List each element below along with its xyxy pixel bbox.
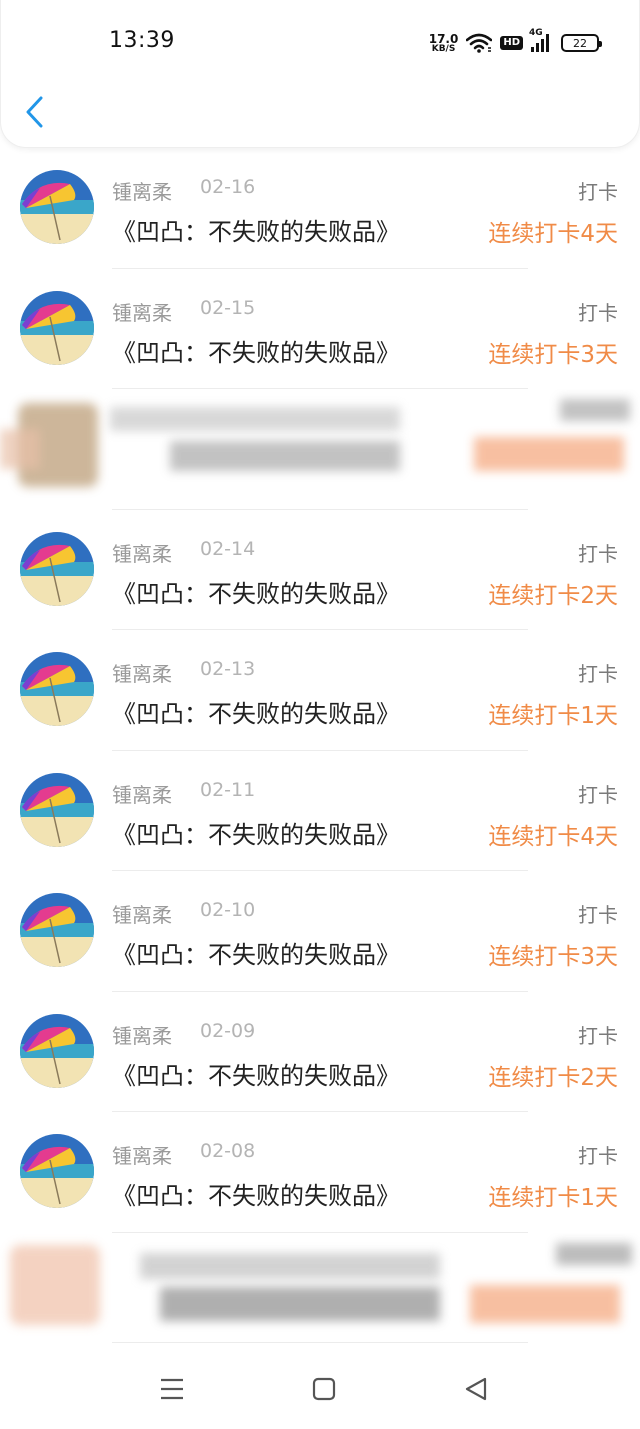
action-label: 打卡 xyxy=(578,180,618,204)
redacted-list-item xyxy=(0,389,640,510)
menu-icon xyxy=(161,1378,183,1400)
user-name: 锺离柔 xyxy=(112,300,172,325)
user-name: 锺离柔 xyxy=(112,903,172,927)
avatar xyxy=(20,290,94,365)
checkin-date: 02-16 xyxy=(200,176,256,198)
system-nav-bar xyxy=(0,1349,640,1429)
avatar xyxy=(20,652,94,726)
network-type-label: 4G xyxy=(529,28,543,38)
book-title: 《凹凸：不失败的失败品》 xyxy=(112,1061,400,1090)
action-label: 打卡 xyxy=(578,662,618,686)
checkin-date: 02-08 xyxy=(200,1140,256,1162)
book-title: 《凹凸：不失败的失败品》 xyxy=(112,820,400,849)
home-square-icon xyxy=(312,1377,336,1401)
redacted-list-item xyxy=(0,1233,640,1343)
book-title: 《凹凸：不失败的失败品》 xyxy=(112,1182,400,1210)
redacted-mark xyxy=(0,429,40,469)
streak-label: 连续打卡1天 xyxy=(488,1185,618,1211)
signal-bar xyxy=(546,34,549,52)
network-speed: 17.0 KB/S xyxy=(429,33,459,54)
list-item[interactable]: 锺离柔 02-15 打卡 《凹凸：不失败的失败品》 连续打卡3天 xyxy=(0,269,640,390)
redacted-text xyxy=(556,1242,632,1265)
checkin-date: 02-10 xyxy=(200,899,256,921)
action-label: 打卡 xyxy=(578,1023,618,1048)
signal-bar xyxy=(536,43,539,52)
avatar xyxy=(20,531,94,606)
checkin-date: 02-15 xyxy=(200,296,256,319)
user-name: 锺离柔 xyxy=(112,1144,172,1168)
checkin-list-page: 13:39 17.0 KB/S HD 4G 22 锺离柔 02-16 打卡 《凹… xyxy=(0,0,640,1429)
back-button[interactable] xyxy=(23,94,47,130)
streak-label: 连续打卡4天 xyxy=(488,823,618,850)
redacted-text xyxy=(110,407,400,431)
book-title: 《凹凸：不失败的失败品》 xyxy=(112,700,400,728)
avatar xyxy=(20,893,94,967)
system-back-button[interactable] xyxy=(460,1373,492,1405)
book-title: 《凹凸：不失败的失败品》 xyxy=(112,338,400,367)
battery-level: 22 xyxy=(573,36,587,50)
streak-label: 连续打卡2天 xyxy=(488,582,618,609)
checkin-list: 锺离柔 02-16 打卡 《凹凸：不失败的失败品》 连续打卡4天 锺离柔 02-… xyxy=(0,148,640,1343)
streak-label: 连续打卡1天 xyxy=(488,703,618,729)
redacted-text xyxy=(160,1286,440,1321)
list-item[interactable]: 锺离柔 02-09 打卡 《凹凸：不失败的失败品》 连续打卡2天 xyxy=(0,992,640,1113)
book-title: 《凹凸：不失败的失败品》 xyxy=(112,941,400,969)
user-name: 锺离柔 xyxy=(112,541,172,566)
user-name: 锺离柔 xyxy=(112,782,172,807)
avatar xyxy=(20,772,94,847)
checkin-date: 02-11 xyxy=(200,778,256,801)
recent-apps-button[interactable] xyxy=(156,1373,188,1405)
checkin-date: 02-13 xyxy=(200,658,256,680)
streak-label: 连续打卡2天 xyxy=(488,1064,618,1091)
status-icons: 17.0 KB/S HD 4G 22 xyxy=(429,28,602,58)
list-item[interactable]: 锺离柔 02-10 打卡 《凹凸：不失败的失败品》 连续打卡3天 xyxy=(0,871,640,992)
header-bar: 13:39 17.0 KB/S HD 4G 22 xyxy=(0,0,640,148)
list-item[interactable]: 锺离柔 02-13 打卡 《凹凸：不失败的失败品》 连续打卡1天 xyxy=(0,630,640,751)
action-label: 打卡 xyxy=(578,782,618,807)
status-time: 13:39 xyxy=(109,28,175,53)
list-item[interactable]: 锺离柔 02-14 打卡 《凹凸：不失败的失败品》 连续打卡2天 xyxy=(0,510,640,631)
redacted-avatar xyxy=(10,1244,100,1325)
signal-bar xyxy=(541,39,544,52)
action-label: 打卡 xyxy=(578,1144,618,1168)
avatar xyxy=(20,1134,94,1208)
streak-label: 连续打卡4天 xyxy=(488,221,618,247)
redacted-text xyxy=(170,441,400,471)
cellular-signal-icon: 4G xyxy=(529,28,549,52)
list-item[interactable]: 锺离柔 02-08 打卡 《凹凸：不失败的失败品》 连续打卡1天 xyxy=(0,1112,640,1233)
back-triangle-icon xyxy=(465,1377,487,1401)
list-item[interactable]: 锺离柔 02-11 打卡 《凹凸：不失败的失败品》 连续打卡4天 xyxy=(0,751,640,872)
redacted-text xyxy=(560,399,630,421)
action-label: 打卡 xyxy=(578,541,618,566)
signal-bar xyxy=(531,47,534,52)
avatar xyxy=(20,1013,94,1088)
streak-label: 连续打卡3天 xyxy=(488,341,618,368)
user-name: 锺离柔 xyxy=(112,180,172,204)
avatar xyxy=(20,170,94,244)
home-button[interactable] xyxy=(308,1373,340,1405)
list-item[interactable]: 锺离柔 02-16 打卡 《凹凸：不失败的失败品》 连续打卡4天 xyxy=(0,148,640,269)
network-speed-value: 17.0 xyxy=(428,31,459,46)
book-title: 《凹凸：不失败的失败品》 xyxy=(112,579,400,608)
streak-label: 连续打卡3天 xyxy=(488,944,618,970)
checkin-date: 02-14 xyxy=(200,537,256,560)
redacted-text xyxy=(474,437,624,471)
hd-badge: HD xyxy=(500,36,523,50)
book-title: 《凹凸：不失败的失败品》 xyxy=(112,218,400,246)
chevron-left-icon xyxy=(26,96,43,128)
user-name: 锺离柔 xyxy=(112,662,172,686)
wifi-icon xyxy=(466,33,493,53)
action-label: 打卡 xyxy=(578,903,618,927)
checkin-date: 02-09 xyxy=(200,1019,256,1042)
action-label: 打卡 xyxy=(578,300,618,325)
battery-icon: 22 xyxy=(561,34,602,52)
redacted-text xyxy=(140,1252,440,1279)
redacted-text xyxy=(470,1284,620,1323)
network-speed-unit: KB/S xyxy=(431,43,456,54)
user-name: 锺离柔 xyxy=(112,1023,172,1048)
